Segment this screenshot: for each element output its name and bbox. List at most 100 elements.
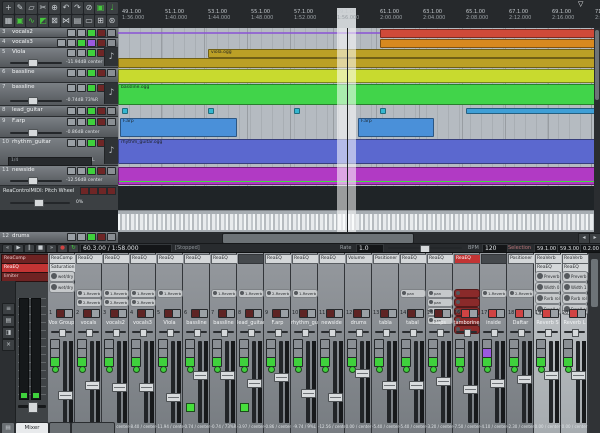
- env-button[interactable]: [77, 107, 86, 115]
- send-knob-Width 1.00[interactable]: Width 1.00: [562, 282, 588, 293]
- media-item-bassline.ogg[interactable]: bassline.ogg: [118, 84, 597, 105]
- media-item[interactable]: [380, 29, 597, 38]
- pan-thumb[interactable]: [140, 329, 147, 337]
- pan-thumb[interactable]: [383, 329, 390, 337]
- mute-button[interactable]: [97, 69, 106, 77]
- volume-fader[interactable]: [171, 341, 175, 423]
- fx-button[interactable]: [87, 49, 96, 57]
- send-knob[interactable]: [454, 298, 480, 307]
- media-item[interactable]: [122, 108, 128, 114]
- solo-button[interactable]: [442, 309, 451, 318]
- volume-fader-thumb[interactable]: [274, 373, 289, 382]
- fx-slot-ReaEQ[interactable]: ReaEQ: [103, 254, 130, 264]
- track-name[interactable]: vocals2: [12, 29, 33, 35]
- fx-slot-ReaEQ[interactable]: ReaEQ: [400, 254, 427, 264]
- track-header-vocals2[interactable]: 3vocals2: [0, 28, 118, 38]
- io-button[interactable]: [67, 118, 76, 126]
- send-knob-pan[interactable]: pan: [427, 298, 453, 307]
- mute-button[interactable]: [97, 29, 106, 37]
- volume-fader-thumb[interactable]: [409, 381, 424, 390]
- io-button[interactable]: [67, 233, 76, 241]
- toolbar-metronome-icon[interactable]: ♩: [106, 1, 119, 15]
- fx-slot-ReaEQ[interactable]: ReaEQ: [157, 254, 184, 264]
- solo-button[interactable]: [388, 309, 397, 318]
- strip-name[interactable]: lead_guitar: [237, 320, 264, 326]
- pan-thumb[interactable]: [518, 329, 525, 337]
- send-knob-Preverb 27 ms[interactable]: Preverb 27 ms: [535, 271, 561, 282]
- arrange-vertical-scrollbar[interactable]: [594, 28, 600, 232]
- pan-thumb[interactable]: [59, 329, 66, 337]
- record-arm-on-button[interactable]: [186, 403, 195, 412]
- send-knob-wet/dry -4.40[interactable]: wet/dry -4.40: [49, 271, 75, 282]
- volume-fader-thumb[interactable]: [85, 381, 100, 390]
- pan-thumb[interactable]: [356, 329, 363, 337]
- fx-slot-ReaEQ[interactable]: ReaEQ: [211, 254, 238, 264]
- mixer-scrollbar[interactable]: [589, 253, 600, 433]
- solo-button[interactable]: [469, 309, 478, 318]
- strip-name[interactable]: tamborine: [453, 320, 480, 326]
- pan-thumb[interactable]: [86, 329, 93, 337]
- fx-slot-ReaEQ[interactable]: ReaEQ: [184, 254, 211, 264]
- mute-button[interactable]: [97, 118, 106, 126]
- track-header-vocals3[interactable]: 4vocals3: [0, 38, 118, 48]
- io-button[interactable]: [67, 167, 76, 175]
- strip-name[interactable]: Reverb S: [534, 320, 561, 326]
- mixer-show-sends-button[interactable]: ◨: [2, 327, 15, 339]
- drums-item[interactable]: [118, 210, 600, 232]
- solo-button[interactable]: [118, 309, 127, 318]
- volume-fader-thumb[interactable]: [166, 393, 181, 402]
- mixer-close-button[interactable]: ×: [2, 339, 15, 351]
- envelope-panel-button[interactable]: [80, 187, 89, 195]
- pan-thumb[interactable]: [410, 329, 417, 337]
- volume-fader[interactable]: [333, 341, 337, 423]
- mute-button[interactable]: [97, 39, 106, 47]
- volume-fader-thumb[interactable]: [517, 375, 532, 384]
- io-button[interactable]: [67, 69, 76, 77]
- strip-name[interactable]: Reverb L: [561, 320, 588, 326]
- record-arm-icon[interactable]: [133, 366, 140, 373]
- env-button[interactable]: [67, 39, 76, 47]
- pan-thumb[interactable]: [221, 329, 228, 337]
- envelope-panel-button[interactable]: [89, 187, 98, 195]
- send-knob-2-Reverb L[interactable]: 2-Reverb L: [76, 298, 102, 307]
- solo-button[interactable]: [496, 309, 505, 318]
- solo-button[interactable]: [64, 309, 73, 318]
- record-arm-icon[interactable]: [52, 366, 59, 373]
- send-knob-1-Reverb S[interactable]: 1-Reverb S: [481, 289, 507, 298]
- volume-fader-thumb[interactable]: [112, 383, 127, 392]
- media-item-viola.ogg[interactable]: viola.ogg: [208, 49, 597, 58]
- send-knob-2-Reverb L[interactable]: 2-Reverb L: [508, 289, 534, 298]
- strip-name[interactable]: F.arp: [264, 320, 291, 326]
- send-knob-pan[interactable]: pan: [427, 289, 453, 298]
- volume-fader-thumb[interactable]: [58, 391, 73, 400]
- pitch-envelope-lane[interactable]: [118, 186, 600, 210]
- fx-slot-ReaEQ[interactable]: ReaEQ: [130, 254, 157, 264]
- send-knob-1-Reverb S[interactable]: 1-Reverb S: [103, 289, 129, 298]
- tab-2[interactable]: [49, 422, 71, 433]
- mute-button[interactable]: [97, 233, 106, 241]
- envelope-panel[interactable]: ReaControlMIDI: Pitch Wheel0%: [0, 186, 118, 211]
- loop-marker-icon[interactable]: ▽: [578, 0, 583, 8]
- strip-name[interactable]: vocals2: [102, 320, 129, 326]
- record-arm-icon[interactable]: [322, 366, 329, 373]
- send-knob-1-Reverb S[interactable]: 1-Reverb S: [157, 289, 183, 298]
- track-name[interactable]: vocals3: [12, 39, 33, 45]
- solo-button[interactable]: [107, 39, 116, 47]
- media-item[interactable]: [380, 39, 597, 48]
- solo-button[interactable]: [280, 309, 289, 318]
- fx-button[interactable]: [87, 29, 96, 37]
- volume-fader[interactable]: [198, 341, 202, 423]
- media-item[interactable]: [118, 167, 597, 185]
- send-knob-1-Reverb S[interactable]: 1-Reverb S: [76, 289, 102, 298]
- send-knob-Preverb 43 ms[interactable]: Preverb 43 ms: [562, 271, 588, 282]
- tab-mixer[interactable]: Mixer: [15, 422, 49, 433]
- volume-fader-thumb[interactable]: [490, 379, 505, 388]
- fx-slot-ReaEQ[interactable]: ReaEQ: [454, 254, 481, 264]
- record-arm-icon[interactable]: [160, 366, 167, 373]
- volume-fader-thumb[interactable]: [301, 389, 316, 398]
- pan-thumb[interactable]: [167, 329, 174, 337]
- track-name[interactable]: Viola: [12, 49, 25, 55]
- docker-icon-tab[interactable]: ▤: [1, 422, 15, 433]
- pan-thumb[interactable]: [248, 329, 255, 337]
- volume-fader[interactable]: [63, 341, 67, 423]
